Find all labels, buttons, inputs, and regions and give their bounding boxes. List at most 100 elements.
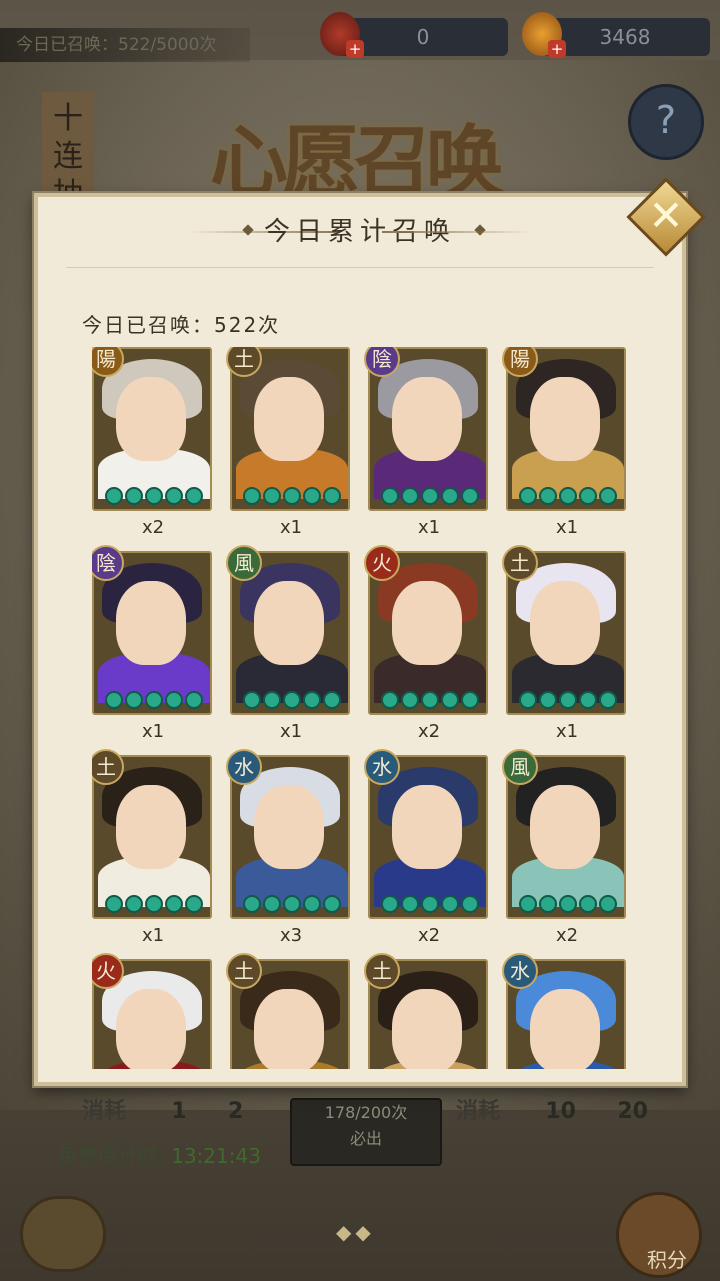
- hero-card[interactable]: 水 x2: [364, 749, 490, 946]
- hero-card[interactable]: 水: [502, 953, 628, 1069]
- scroll-count: 0: [416, 25, 430, 49]
- single-cost: 消耗 1 2: [82, 1093, 243, 1125]
- daily-summon-counter: 今日已召唤：522/5000次: [0, 28, 250, 62]
- free-countdown: 免费倒计时: 13:21:43: [58, 1140, 261, 1169]
- hero-card[interactable]: 陽 x1: [502, 347, 628, 538]
- hero-face: [116, 581, 186, 665]
- summon-count: x2: [417, 925, 441, 946]
- points-button[interactable]: 积分: [616, 1192, 702, 1278]
- hero-card[interactable]: 土: [364, 953, 490, 1069]
- hero-face: [254, 785, 324, 869]
- star-icon: [263, 895, 281, 913]
- star-icon: [579, 487, 597, 505]
- coin-resource: + 3468: [522, 12, 710, 58]
- hero-card[interactable]: 陽 x2: [92, 347, 214, 538]
- pity-label: 必出: [349, 1129, 382, 1148]
- element-icon: 水: [226, 749, 262, 785]
- cost-scroll-amount: 10: [545, 1099, 576, 1124]
- star-icon: [579, 895, 597, 913]
- star-rating: [374, 691, 486, 711]
- cost-scroll-amount: 1: [171, 1099, 187, 1124]
- summon-count: x3: [279, 925, 303, 946]
- hero-face: [392, 785, 462, 869]
- close-icon: ✕: [648, 191, 684, 240]
- help-button[interactable]: ?: [628, 84, 704, 160]
- back-button[interactable]: [20, 1196, 106, 1272]
- divider: [66, 267, 654, 268]
- hero-face: [530, 377, 600, 461]
- hero-face: [392, 581, 462, 665]
- points-label: 积分: [647, 1248, 687, 1272]
- star-icon: [559, 895, 577, 913]
- star-icon: [519, 691, 537, 709]
- hero-grid: 陽 x2 土 x1 陰 x1 陽 x1 陰 x1 風 x1 火 x2 土 x1 土 x1 水 x3 水 x2 風 x2 火土土水: [92, 347, 632, 1069]
- hero-face: [530, 785, 600, 869]
- star-icon: [539, 487, 557, 505]
- cost-label: 消耗: [456, 1099, 501, 1124]
- timer-value: 13:21:43: [171, 1144, 261, 1168]
- star-icon: [283, 487, 301, 505]
- star-rating: [98, 895, 210, 915]
- star-icon: [303, 895, 321, 913]
- coin-count: 3468: [599, 25, 651, 49]
- summon-count: x1: [279, 517, 303, 538]
- element-icon: 風: [502, 749, 538, 785]
- timer-label: 免费倒计时:: [58, 1144, 165, 1168]
- hero-card[interactable]: 土: [226, 953, 352, 1069]
- summon-count: x1: [417, 517, 441, 538]
- star-icon: [165, 691, 183, 709]
- summon-summary: 今日已召唤：522次: [82, 313, 281, 337]
- page-indicator: ◆◆: [336, 1220, 375, 1244]
- hero-face: [530, 581, 600, 665]
- hero-card[interactable]: 陰 x1: [92, 545, 214, 742]
- title-ornament-right: [382, 231, 532, 233]
- summon-count: x1: [279, 721, 303, 742]
- star-rating: [236, 895, 348, 915]
- star-icon: [145, 487, 163, 505]
- star-rating: [512, 487, 624, 507]
- star-icon: [441, 487, 459, 505]
- star-icon: [539, 895, 557, 913]
- element-icon: 火: [364, 545, 400, 581]
- star-icon: [559, 487, 577, 505]
- summon-count: x1: [555, 517, 579, 538]
- hero-card[interactable]: 水 x3: [226, 749, 352, 946]
- add-scroll-button[interactable]: +: [346, 40, 364, 58]
- page-title: 心愿召唤: [210, 117, 504, 208]
- element-icon: 土: [364, 953, 400, 989]
- add-coin-button[interactable]: +: [548, 40, 566, 58]
- ten-pull-tab[interactable]: 十连抽: [42, 92, 94, 212]
- star-rating: [374, 895, 486, 915]
- element-icon: 土: [502, 545, 538, 581]
- star-icon: [145, 691, 163, 709]
- cost-label: 消耗: [82, 1099, 127, 1124]
- top-bar: 今日已召唤：522/5000次 + 0 + 3468: [0, 0, 720, 80]
- star-icon: [323, 691, 341, 709]
- summon-count: x1: [141, 925, 165, 946]
- hero-card[interactable]: 風 x2: [502, 749, 628, 946]
- hero-card[interactable]: 土 x1: [502, 545, 628, 742]
- hero-card[interactable]: 陰 x1: [364, 347, 490, 538]
- hero-card[interactable]: 風 x1: [226, 545, 352, 742]
- hero-card[interactable]: 火: [92, 953, 214, 1069]
- hero-card[interactable]: 火 x2: [364, 545, 490, 742]
- hero-face: [116, 785, 186, 869]
- star-icon: [461, 691, 479, 709]
- hero-card[interactable]: 土 x1: [226, 347, 352, 538]
- star-icon: [539, 691, 557, 709]
- hero-card[interactable]: 土 x1: [92, 749, 214, 946]
- star-icon: [381, 895, 399, 913]
- star-icon: [125, 895, 143, 913]
- star-rating: [236, 691, 348, 711]
- star-icon: [243, 487, 261, 505]
- star-icon: [105, 691, 123, 709]
- star-icon: [441, 895, 459, 913]
- star-icon: [243, 691, 261, 709]
- star-icon: [303, 691, 321, 709]
- star-icon: [401, 487, 419, 505]
- hero-face: [392, 377, 462, 461]
- hero-face: [254, 581, 324, 665]
- star-icon: [283, 895, 301, 913]
- modal-title: 今日累计召唤: [263, 217, 456, 247]
- summon-count: x2: [555, 925, 579, 946]
